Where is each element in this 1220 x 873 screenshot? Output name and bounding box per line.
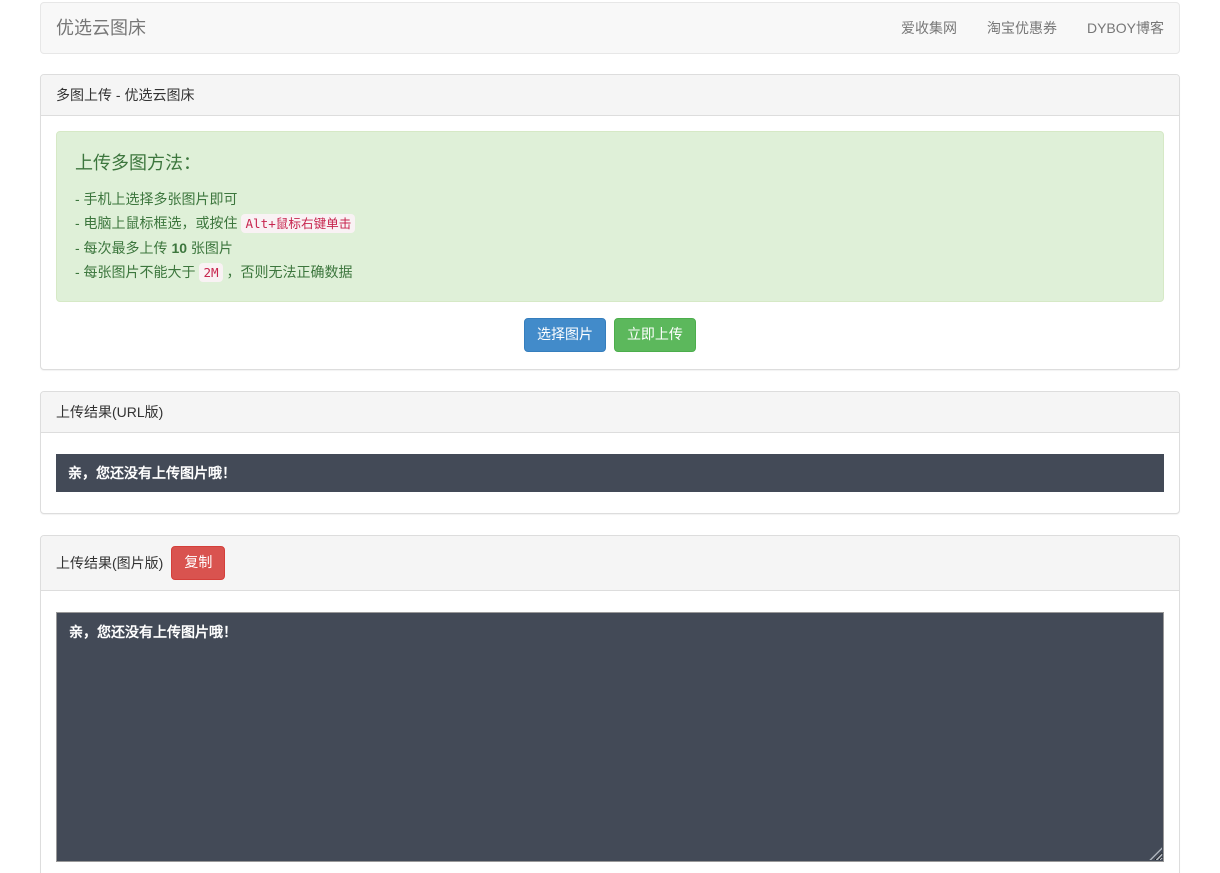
url-result-panel-title: 上传结果(URL版)	[56, 402, 163, 422]
max-size-code: 2M	[199, 263, 222, 282]
image-result-panel-title: 上传结果(图片版)	[56, 553, 163, 573]
instruction-line-4-suffix: ，否则无法正确数据	[223, 264, 353, 280]
navbar: 优选云图床 爱收集网 淘宝优惠券 DYBOY博客	[40, 2, 1180, 54]
url-result-panel: 上传结果(URL版) 亲，您还没有上传图片哦！	[40, 391, 1180, 514]
upload-instructions-alert: 上传多图方法： - 手机上选择多张图片即可 - 电脑上鼠标框选，或按住 Alt+…	[56, 131, 1164, 302]
copy-button[interactable]: 复制	[171, 546, 225, 580]
upload-panel-body: 上传多图方法： - 手机上选择多张图片即可 - 电脑上鼠标框选，或按住 Alt+…	[41, 116, 1179, 369]
nav-link-dyboy-blog[interactable]: DYBOY博客	[1072, 3, 1179, 53]
alt-right-click-code: Alt+鼠标右键单击	[241, 214, 355, 233]
instruction-line-3-text: - 每次最多上传	[75, 240, 171, 256]
image-result-textarea-wrap: 亲，您还没有上传图片哦！	[56, 612, 1164, 862]
instruction-line-3: - 每次最多上传 10 张图片	[75, 236, 1145, 260]
nav-link-taobao-coupon[interactable]: 淘宝优惠券	[972, 3, 1072, 53]
url-result-panel-heading: 上传结果(URL版)	[41, 392, 1179, 433]
instruction-line-1: - 手机上选择多张图片即可	[75, 187, 1145, 211]
nav-links: 爱收集网 淘宝优惠券 DYBOY博客	[886, 3, 1179, 53]
image-result-panel-body: 亲，您还没有上传图片哦！	[41, 591, 1179, 873]
choose-images-button[interactable]: 选择图片	[524, 318, 606, 352]
page: 优选云图床 爱收集网 淘宝优惠券 DYBOY博客 多图上传 - 优选云图床 上传…	[0, 0, 1220, 873]
upload-buttons-row: 选择图片 立即上传	[56, 317, 1164, 354]
upload-now-button[interactable]: 立即上传	[614, 318, 696, 352]
instruction-line-2-text: - 电脑上鼠标框选，或按住	[75, 215, 241, 231]
url-result-empty-message: 亲，您还没有上传图片哦！	[56, 454, 1164, 492]
image-result-panel-heading: 上传结果(图片版) 复制	[41, 536, 1179, 591]
image-result-textarea[interactable]: 亲，您还没有上传图片哦！	[56, 612, 1164, 862]
image-result-panel: 上传结果(图片版) 复制 亲，您还没有上传图片哦！	[40, 535, 1180, 873]
main-container: 优选云图床 爱收集网 淘宝优惠券 DYBOY博客 多图上传 - 优选云图床 上传…	[25, 2, 1195, 873]
brand-link[interactable]: 优选云图床	[41, 4, 161, 52]
url-result-panel-body: 亲，您还没有上传图片哦！	[41, 433, 1179, 513]
instruction-line-3-suffix: 张图片	[187, 240, 233, 256]
max-count-value: 10	[171, 240, 187, 256]
instructions-heading: 上传多图方法：	[75, 149, 1145, 175]
upload-panel-title: 多图上传 - 优选云图床	[56, 85, 194, 105]
instruction-line-2: - 电脑上鼠标框选，或按住 Alt+鼠标右键单击	[75, 211, 1145, 236]
instruction-line-4-text: - 每张图片不能大于	[75, 264, 199, 280]
instruction-line-4: - 每张图片不能大于 2M ，否则无法正确数据	[75, 260, 1145, 285]
upload-panel: 多图上传 - 优选云图床 上传多图方法： - 手机上选择多张图片即可 - 电脑上…	[40, 74, 1180, 370]
nav-link-aishouji[interactable]: 爱收集网	[886, 3, 972, 53]
upload-panel-heading: 多图上传 - 优选云图床	[41, 75, 1179, 116]
